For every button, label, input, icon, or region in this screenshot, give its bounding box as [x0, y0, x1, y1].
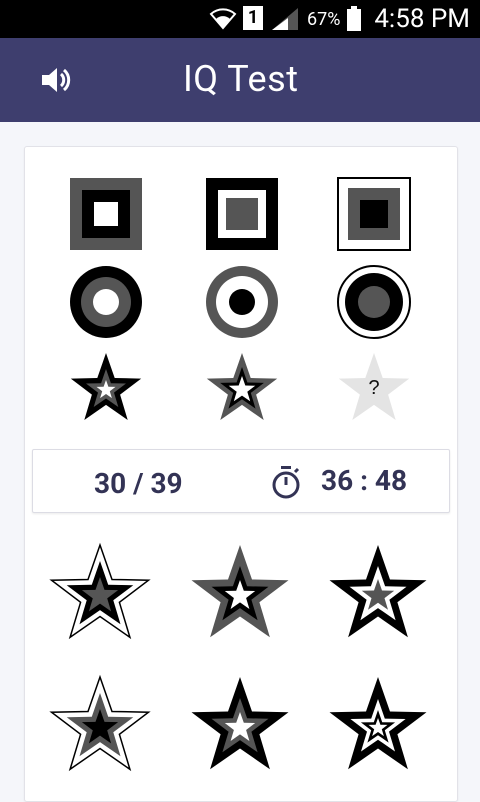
app-bar: IQ Test	[0, 38, 480, 122]
puzzle-star-1	[70, 353, 142, 420]
answer-option-1[interactable]	[49, 542, 151, 640]
question-progress: 30 / 39	[94, 467, 183, 500]
puzzle-square-1	[70, 178, 142, 250]
answer-options	[49, 542, 427, 772]
wifi-icon	[209, 8, 237, 30]
score-bar: 30 / 39 36 : 48	[32, 449, 450, 513]
timer-display: 36 : 48	[321, 464, 408, 497]
question-mark: ?	[368, 377, 379, 399]
battery-percent: 67%	[307, 9, 341, 30]
answer-option-5[interactable]	[191, 677, 289, 770]
speaker-icon[interactable]	[40, 66, 72, 94]
app-title: IQ Test	[183, 58, 299, 100]
puzzle-star-2	[206, 353, 278, 420]
puzzle-grid: ?	[70, 177, 411, 420]
answer-option-4[interactable]	[49, 674, 151, 772]
puzzle-circle-2	[206, 266, 278, 338]
status-bar: 1 67% 4:58 PM	[0, 0, 480, 38]
answer-option-6[interactable]	[329, 677, 427, 770]
answer-option-2[interactable]	[191, 545, 289, 638]
puzzle-circle-3	[337, 265, 411, 339]
puzzle-square-3	[337, 177, 411, 251]
battery-icon	[347, 6, 361, 31]
puzzle-square-2	[206, 178, 278, 250]
answer-option-3[interactable]	[329, 545, 427, 638]
stopwatch-icon	[272, 466, 300, 499]
signal-icon	[272, 8, 298, 30]
status-clock: 4:58 PM	[374, 4, 470, 34]
puzzle-missing-star: ?	[338, 353, 410, 420]
puzzle-circle-1	[70, 266, 142, 338]
sim-indicator: 1	[243, 6, 263, 30]
